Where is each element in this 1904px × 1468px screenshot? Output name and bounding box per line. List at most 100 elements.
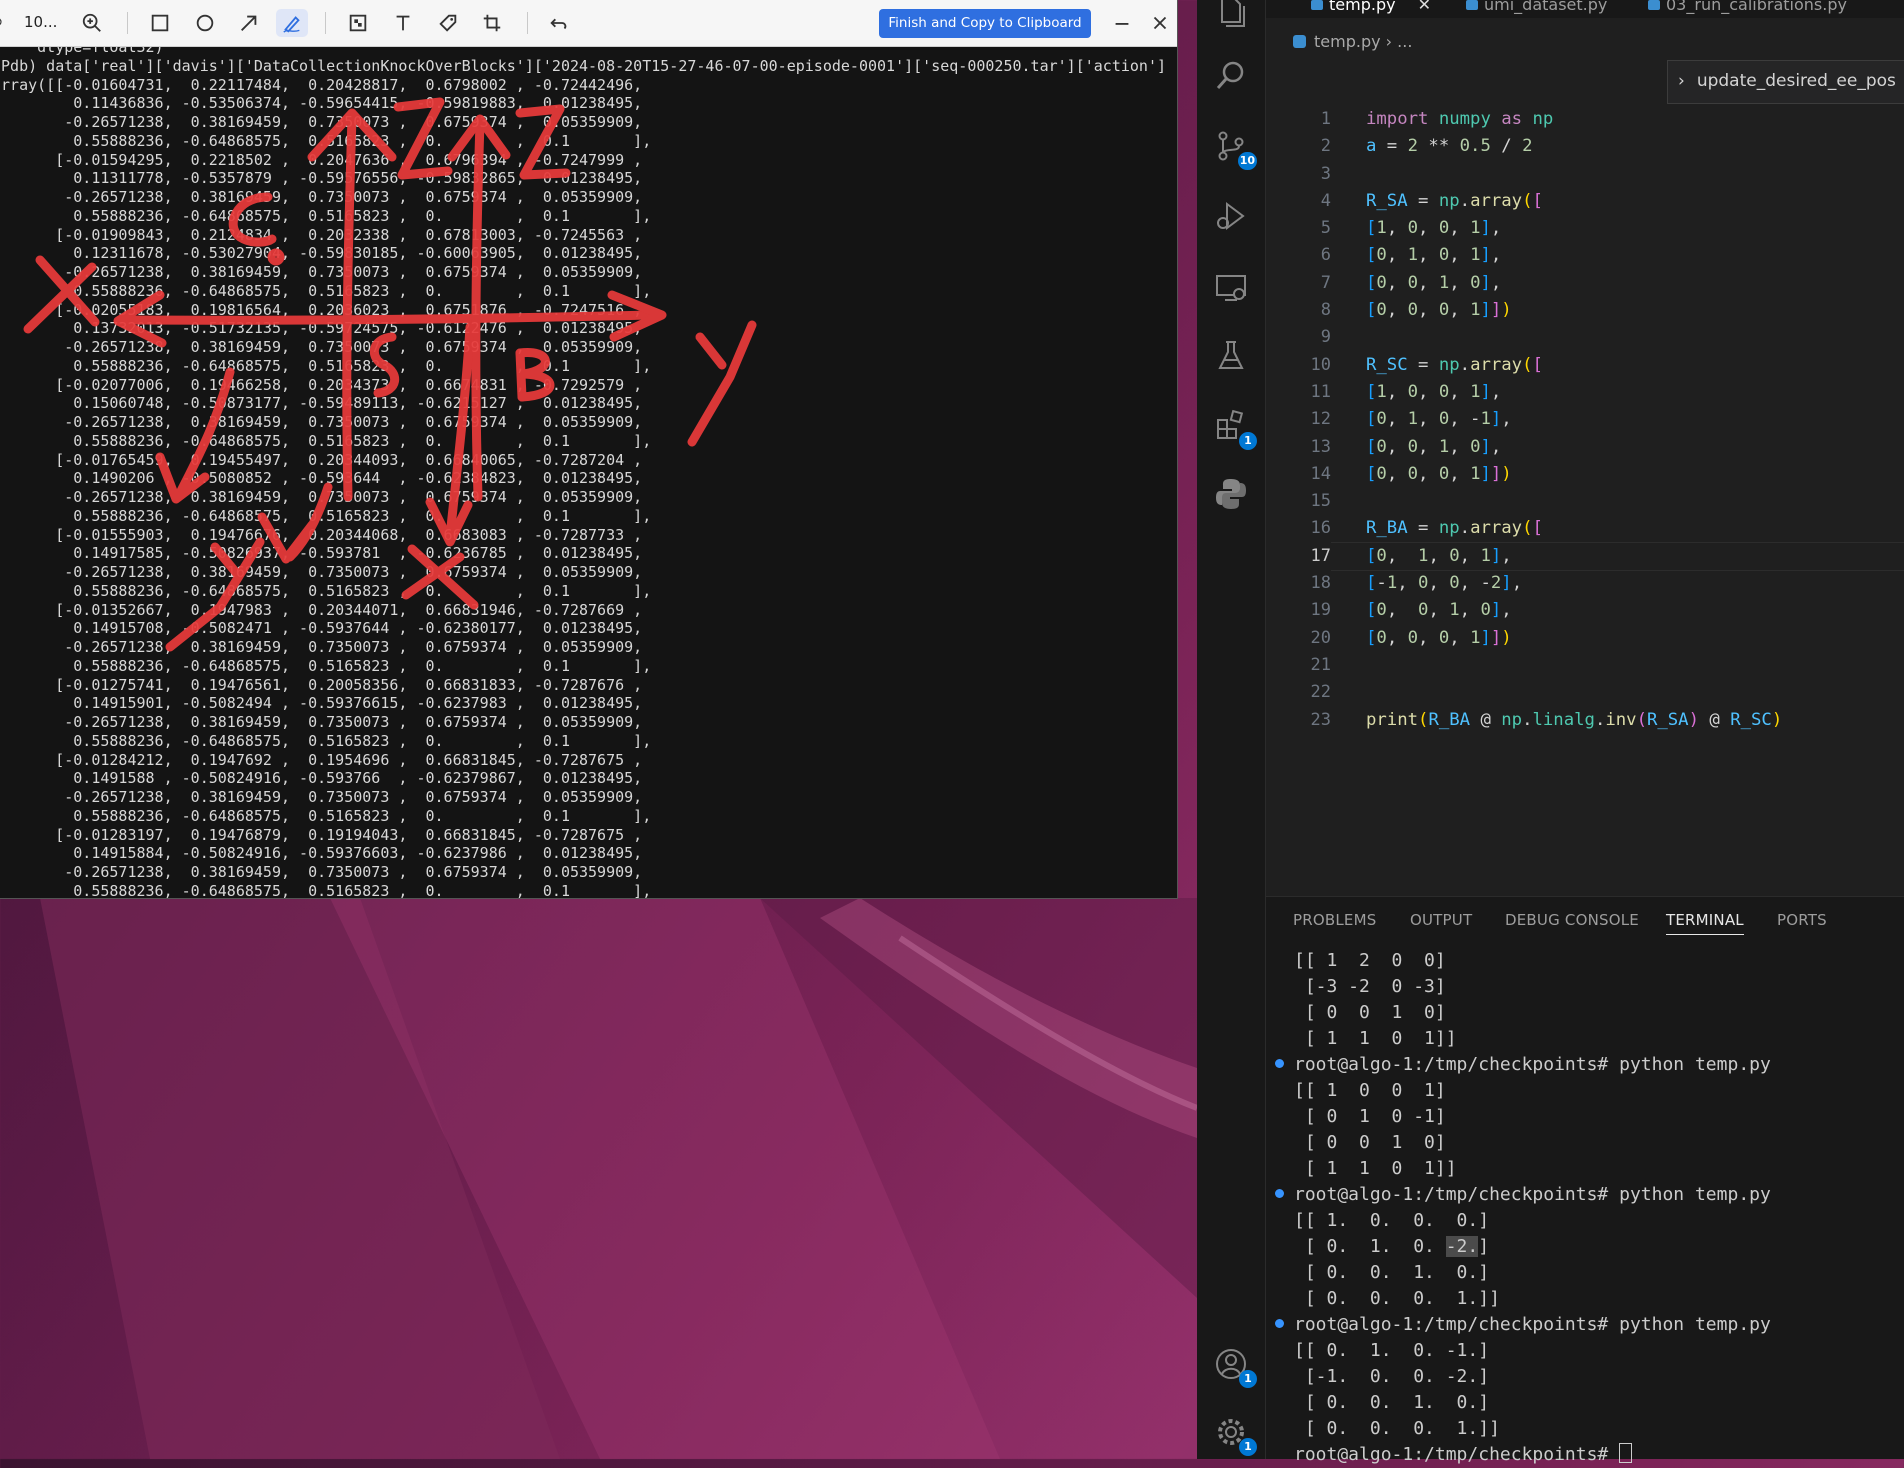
- code-line: [1, 0, 0, 1],: [1366, 381, 1502, 402]
- code-line: import numpy as np: [1366, 109, 1554, 129]
- explorer-icon[interactable]: [1213, 0, 1249, 30]
- line-number: 15: [1310, 491, 1331, 512]
- close-icon[interactable]: [1148, 9, 1172, 37]
- line-number: 9: [1320, 327, 1331, 348]
- selected-text: -2.: [1445, 1236, 1479, 1257]
- line-number: 3: [1320, 163, 1331, 184]
- code-editor[interactable]: import numpy as np a = 2 ** 0.5 / 2 R_SA …: [1366, 106, 1904, 734]
- arrow-tool-icon[interactable]: [235, 9, 263, 37]
- terminal-prompt-text: root@algo-1:/tmp/checkpoints#: [1294, 1444, 1620, 1465]
- breadcrumb-more[interactable]: ...: [1397, 32, 1412, 51]
- python-icon[interactable]: [1213, 476, 1249, 512]
- code-line: print(R_BA @ np.linalg.inv(R_SA) @ R_SC): [1366, 709, 1783, 730]
- annotation-window: 10... Finish and Copy to Clipboard dtype…: [0, 0, 1177, 898]
- tab-debug-console[interactable]: DEBUG CONSOLE: [1505, 911, 1639, 929]
- code-line: [0, 1, 0, -1],: [1366, 409, 1512, 430]
- manage-gear-icon[interactable]: 1: [1213, 1414, 1257, 1456]
- testing-icon[interactable]: [1213, 338, 1249, 374]
- zoom-in-icon[interactable]: [78, 9, 106, 37]
- python-file-icon: [1293, 35, 1306, 48]
- terminal-line: [ 0. 0. 0. 1.]]: [1294, 1418, 1500, 1439]
- command-decoration-icon[interactable]: [1275, 1189, 1284, 1198]
- separator: [527, 12, 528, 34]
- tab-terminal[interactable]: TERMINAL: [1666, 911, 1744, 935]
- terminal-line: [[ 1. 0. 0. 0.]: [1294, 1210, 1490, 1231]
- extensions-badge: 1: [1239, 432, 1257, 450]
- code-line: [0, 0, 1, 0],: [1366, 600, 1512, 621]
- terminal-text: [ 0. 1. 0.: [1294, 1236, 1446, 1257]
- code-line: a = 2 ** 0.5 / 2: [1366, 136, 1533, 157]
- source-control-icon[interactable]: 10: [1213, 128, 1257, 170]
- code-line: [0, 0, 0, 1]]): [1366, 627, 1512, 648]
- finish-copy-button[interactable]: Finish and Copy to Clipboard: [879, 9, 1091, 38]
- terminal-prompt: root@algo-1:/tmp/checkpoints# python tem…: [1294, 1314, 1771, 1335]
- zoom-level[interactable]: 10...: [24, 13, 57, 31]
- line-number-gutter: 1 2 3 4 5 6 7 8 9 10 11 12 13 14 15 16 17 18 19 20 21 22 23: [1261, 106, 1331, 734]
- search-icon[interactable]: [1213, 58, 1249, 94]
- line-number: 4: [1320, 190, 1331, 211]
- pen-tool-icon[interactable]: [276, 9, 308, 37]
- text-tool-icon[interactable]: [389, 9, 417, 37]
- tab-umi-dataset[interactable]: umi_dataset.py: [1466, 0, 1607, 18]
- tab-output[interactable]: OUTPUT: [1410, 911, 1472, 929]
- chevron-right-icon[interactable]: ›: [1678, 71, 1685, 91]
- manage-badge: 1: [1239, 1438, 1257, 1456]
- undo-icon[interactable]: [545, 9, 573, 37]
- screenshot-canvas[interactable]: dtype=float32) (Pdb) data['real']['davis'…: [0, 47, 1177, 898]
- search-icon[interactable]: [0, 9, 8, 37]
- terminal-prompt: root@algo-1:/tmp/checkpoints# python tem…: [1294, 1184, 1771, 1205]
- terminal-line: [-3 -2 0 -3]: [1294, 976, 1446, 997]
- code-line: [0, 1, 0, 1],: [1366, 545, 1512, 566]
- crop-tool-icon[interactable]: [478, 9, 506, 37]
- pixelate-tool-icon[interactable]: [344, 9, 372, 37]
- terminal-line: [ 0. 1. 0. -2.]: [1294, 1234, 1904, 1260]
- python-file-icon: [1466, 0, 1478, 10]
- line-number: 8: [1320, 300, 1331, 321]
- breadcrumb[interactable]: temp.py › ...: [1293, 32, 1412, 51]
- line-number: 23: [1310, 709, 1331, 730]
- code-line: [-1, 0, 0, -2],: [1366, 573, 1523, 594]
- python-file-icon: [1311, 0, 1323, 10]
- tab-problems[interactable]: PROBLEMS: [1293, 911, 1376, 929]
- tab-close-icon[interactable]: ✕: [1418, 0, 1431, 14]
- remote-explorer-icon[interactable]: [1213, 270, 1249, 306]
- tag-tool-icon[interactable]: [434, 9, 462, 37]
- run-debug-icon[interactable]: [1213, 198, 1249, 234]
- terminal-line: [ 0 0 1 0]: [1294, 1002, 1446, 1023]
- line-number: 20: [1310, 627, 1331, 648]
- terminal-line: [[ 1 2 0 0]: [1294, 950, 1446, 971]
- line-number: 12: [1310, 409, 1331, 430]
- extensions-icon[interactable]: 1: [1213, 408, 1257, 450]
- separator: [325, 12, 326, 34]
- terminal-output[interactable]: [[ 1 2 0 0] [-3 -2 0 -3] [ 0 0 1 0] [ 1 …: [1294, 948, 1904, 1468]
- circle-tool-icon[interactable]: [191, 9, 219, 37]
- separator: [127, 12, 128, 34]
- line-number: 2: [1320, 136, 1331, 157]
- code-line: [0, 1, 0, 1],: [1366, 245, 1502, 266]
- command-decoration-icon[interactable]: [1275, 1059, 1284, 1068]
- line-number: 17: [1310, 545, 1331, 566]
- editor-tabs: temp.py ✕ umi_dataset.py 03_run_calibrati…: [1266, 0, 1904, 18]
- tab-run-calibrations[interactable]: 03_run_calibrations.py: [1648, 0, 1847, 18]
- rectangle-tool-icon[interactable]: [146, 9, 174, 37]
- tab-ports[interactable]: PORTS: [1777, 911, 1827, 929]
- line-number: 5: [1320, 218, 1331, 239]
- sticky-outline-widget[interactable]: › update_desired_ee_pos: [1667, 60, 1904, 104]
- accounts-icon[interactable]: 1: [1213, 1346, 1257, 1388]
- line-number: 22: [1310, 682, 1331, 703]
- breadcrumb-file[interactable]: temp.py: [1314, 32, 1381, 51]
- line-number: 11: [1310, 381, 1331, 402]
- code-line: [0, 0, 1, 0],: [1366, 436, 1502, 457]
- command-decoration-icon[interactable]: [1275, 1319, 1284, 1328]
- terminal-cursor: [1619, 1443, 1633, 1463]
- code-line: [0, 0, 0, 1]]): [1366, 300, 1512, 321]
- accounts-badge: 1: [1239, 1370, 1257, 1388]
- source-control-badge: 10: [1237, 152, 1257, 170]
- tab-temp-py[interactable]: temp.py ✕: [1311, 0, 1431, 18]
- terminal-line: [ 1 1 0 1]]: [1294, 1158, 1457, 1179]
- code-line: R_SC = np.array([: [1366, 354, 1543, 375]
- minimize-icon[interactable]: [1110, 9, 1134, 37]
- terminal-text: ]: [1478, 1236, 1490, 1257]
